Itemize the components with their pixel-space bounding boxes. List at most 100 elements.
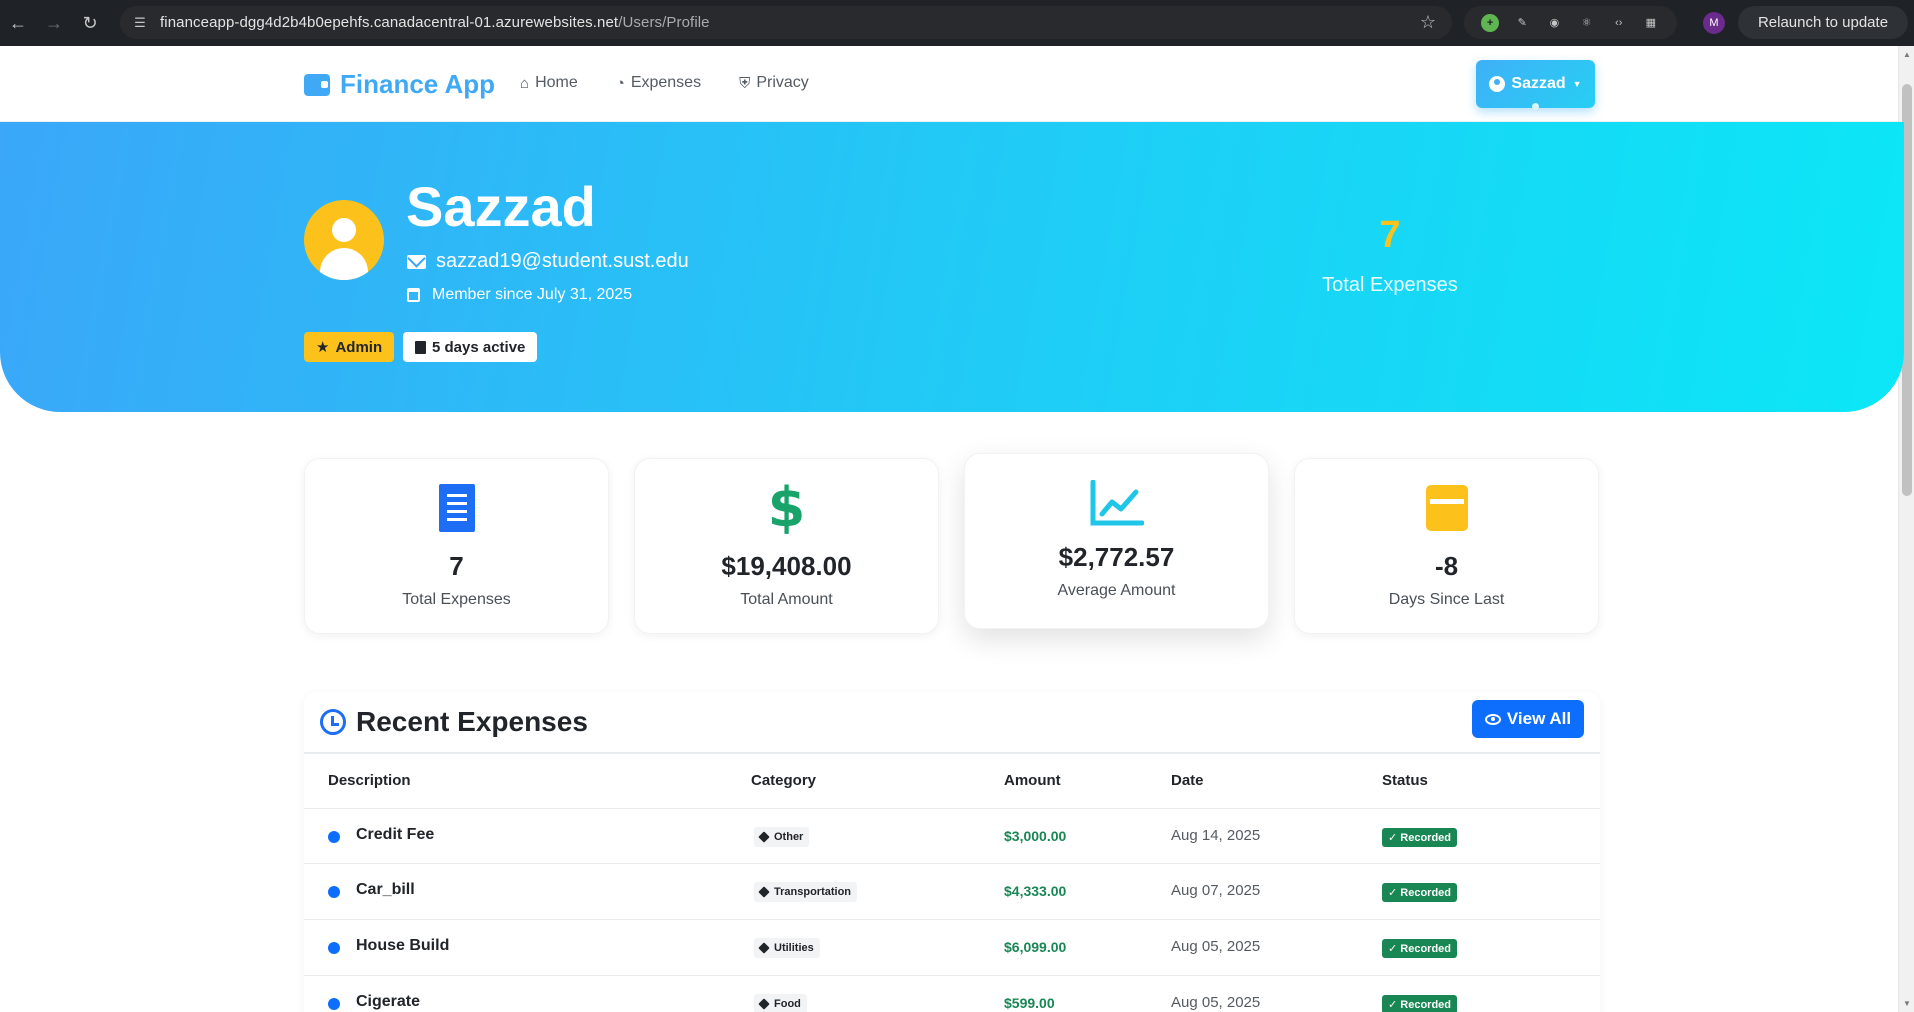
hero-total-expenses-value: 7 — [1379, 214, 1401, 256]
view-all-label: View All — [1506, 709, 1572, 728]
row-bullet — [328, 831, 340, 843]
check-icon: ✓ — [1388, 943, 1401, 955]
category-badge: Transportation — [754, 882, 858, 902]
user-menu-indicator — [1532, 103, 1539, 110]
stat-card-total-expenses: 7 Total Expenses — [304, 458, 609, 634]
row-date: Aug 14, 2025 — [1171, 827, 1261, 844]
column-header-description[interactable]: Description — [328, 772, 411, 789]
panel-title: Recent Expenses — [320, 706, 588, 738]
table-row[interactable]: Car_bill Transportation $4,333.00 Aug 07… — [304, 864, 1600, 920]
dollar-icon: $ — [767, 476, 806, 539]
scroll-up-icon[interactable]: ▲ — [1903, 50, 1911, 59]
tag-icon — [758, 831, 770, 843]
code-icon[interactable]: ‹› — [1610, 14, 1628, 32]
status-label: Recorded — [1400, 998, 1452, 1011]
nav-home-label: Home — [535, 74, 578, 91]
bookmark-star-icon[interactable]: ☆ — [1420, 12, 1436, 33]
view-all-button[interactable]: View All — [1472, 700, 1584, 738]
nav-privacy[interactable]: ⛨ Privacy — [739, 74, 809, 92]
avatar-icon — [304, 200, 384, 280]
stat-value: $2,772.57 — [1058, 542, 1175, 572]
row-date: Aug 07, 2025 — [1171, 882, 1261, 899]
history-icon — [320, 709, 346, 735]
relaunch-button[interactable]: Relaunch to update — [1738, 6, 1908, 39]
table-row[interactable]: Cigerate Food $599.00 Aug 05, 2025 ✓ Rec… — [304, 976, 1600, 1012]
row-amount: $599.00 — [1004, 995, 1055, 1011]
user-menu-button[interactable]: Sazzad ▼ — [1476, 60, 1595, 110]
admin-badge-label: Admin — [335, 338, 383, 356]
brand-link[interactable]: Finance App — [304, 69, 495, 100]
status-badge: ✓ Recorded — [1382, 939, 1458, 958]
user-circle-icon — [1489, 76, 1506, 92]
row-date: Aug 05, 2025 — [1171, 994, 1261, 1011]
category-badge: Utilities — [754, 938, 820, 958]
puzzle-icon[interactable]: ▦ — [1642, 14, 1660, 32]
row-amount: $4,333.00 — [1004, 883, 1067, 899]
profile-name: Sazzad — [406, 175, 596, 238]
extension-plus-icon[interactable]: + — [1481, 13, 1500, 32]
category-label: Food — [774, 998, 801, 1010]
calendar-small-icon — [415, 340, 426, 354]
profile-email-text: sazzad19@student.sust.edu — [436, 250, 689, 272]
column-header-category[interactable]: Category — [751, 772, 816, 789]
panel-header: Recent Expenses View All — [304, 692, 1600, 754]
site-settings-icon[interactable]: ☰ — [132, 15, 148, 31]
pie-chart-icon: ◔ — [615, 74, 625, 92]
stat-value: -8 — [1434, 551, 1459, 581]
admin-badge: ★ Admin — [304, 332, 395, 362]
star-icon: ★ — [316, 339, 330, 356]
category-badge: Other — [754, 827, 810, 847]
nav-links: ⌂ Home ◔ Expenses ⛨ Privacy — [520, 74, 809, 92]
member-since-text: Member since July 31, 2025 — [432, 286, 633, 303]
column-header-amount[interactable]: Amount — [1004, 772, 1061, 789]
scroll-down-icon[interactable]: ▼ — [1903, 999, 1911, 1008]
caret-down-icon: ▼ — [1572, 79, 1582, 89]
status-label: Recorded — [1400, 886, 1452, 899]
forward-icon[interactable]: → — [36, 0, 72, 46]
url-text: financeapp-dgg4d2b4b0epehfs.canadacentra… — [160, 14, 710, 31]
row-description: Credit Fee — [356, 826, 435, 843]
tag-icon — [758, 942, 770, 954]
nav-expenses[interactable]: ◔ Expenses — [616, 74, 701, 92]
row-description: Cigerate — [356, 993, 421, 1010]
status-badge: ✓ Recorded — [1382, 828, 1458, 847]
nav-home[interactable]: ⌂ Home — [520, 74, 578, 92]
status-badge: ✓ Recorded — [1382, 883, 1458, 902]
app-navbar: Finance App ⌂ Home ◔ Expenses ⛨ Privacy … — [0, 46, 1898, 122]
check-icon: ✓ — [1388, 999, 1401, 1011]
react-icon[interactable]: ⚛ — [1578, 14, 1596, 32]
recent-expenses-panel: Recent Expenses View All Description Cat… — [304, 692, 1600, 1012]
table-row[interactable]: Credit Fee Other $3,000.00 Aug 14, 2025 … — [304, 808, 1600, 864]
category-label: Other — [774, 831, 804, 843]
stat-card-days-since-last: -8 Days Since Last — [1294, 458, 1599, 634]
profile-hero: Sazzad sazzad19@student.sust.edu Member … — [0, 122, 1904, 412]
brand-name: Finance App — [340, 69, 496, 99]
profile-avatar[interactable]: M — [1703, 12, 1725, 34]
stat-value: $19,408.00 — [721, 551, 852, 581]
home-icon: ⌂ — [520, 74, 530, 92]
table-row[interactable]: House Build Utilities $6,099.00 Aug 05, … — [304, 920, 1600, 976]
stat-label: Days Since Last — [1388, 591, 1505, 608]
stat-card-total-amount: $ $19,408.00 Total Amount — [634, 458, 939, 634]
envelope-icon — [407, 254, 426, 269]
row-bullet — [328, 942, 340, 954]
row-amount: $3,000.00 — [1004, 828, 1067, 844]
tag-icon — [758, 998, 770, 1010]
back-icon[interactable]: ← — [0, 0, 36, 46]
user-menu-label: Sazzad — [1511, 75, 1566, 92]
stat-label: Average Amount — [1057, 582, 1176, 599]
days-active-badge: 5 days active — [403, 332, 538, 362]
row-amount: $6,099.00 — [1004, 939, 1067, 955]
check-icon: ✓ — [1388, 887, 1401, 899]
category-label: Utilities — [774, 942, 814, 954]
address-bar[interactable]: ☰ financeapp-dgg4d2b4b0epehfs.canadacent… — [120, 6, 1452, 39]
target-icon[interactable]: ◉ — [1545, 14, 1563, 32]
column-header-date[interactable]: Date — [1171, 772, 1204, 789]
column-header-status[interactable]: Status — [1382, 772, 1428, 789]
check-icon: ✓ — [1388, 832, 1401, 844]
eyedropper-icon[interactable]: ✎ — [1513, 14, 1531, 32]
hero-total-expenses-label: Total Expenses — [1322, 274, 1458, 296]
row-description: House Build — [356, 937, 450, 954]
calendar-icon — [1295, 483, 1598, 533]
reload-icon[interactable]: ↻ — [72, 0, 108, 46]
